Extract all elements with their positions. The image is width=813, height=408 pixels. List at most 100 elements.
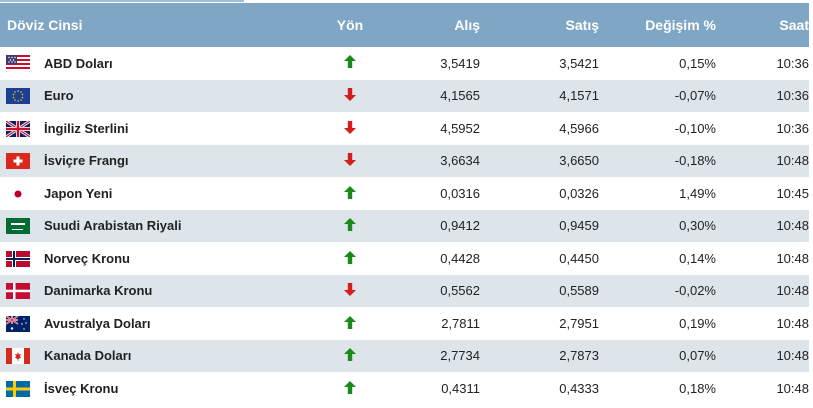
currency-name-cell: Danimarka Kronu	[0, 275, 290, 308]
sell-value: 0,4333	[559, 380, 599, 396]
table-row[interactable]: Norveç Kronu 0,4428 0,4450 0,14% 10:48	[0, 242, 809, 275]
currency-name-cell: Avustralya Doları	[0, 307, 290, 340]
header-time[interactable]: Saat	[716, 3, 809, 47]
change-value: -0,07%	[674, 88, 716, 104]
direction-cell	[290, 112, 410, 145]
sell-value: 2,7951	[559, 315, 599, 331]
top-divider	[0, 0, 244, 2]
table-row[interactable]: İngiliz Sterlini 4,5952 4,5966 -0,10% 10:36	[0, 112, 809, 145]
currency-name[interactable]: İsveç Kronu	[44, 381, 118, 396]
change-value: 1,49%	[679, 185, 716, 201]
table-row[interactable]: Suudi Arabistan Riyali 0,9412 0,9459 0,30% 1…	[0, 209, 809, 243]
currency-name[interactable]: Suudi Arabistan Riyali	[44, 219, 182, 234]
jp-flag	[6, 185, 30, 202]
sell-value: 4,1571	[559, 88, 599, 104]
currency-name-cell: Suudi Arabistan Riyali	[0, 210, 290, 243]
time-value: 10:48	[776, 380, 809, 396]
sell-value: 2,7873	[559, 348, 599, 364]
sell-value: 3,6650	[559, 153, 599, 169]
currency-name[interactable]: İngiliz Sterlini	[44, 121, 129, 136]
currency-name[interactable]: Kanada Doları	[44, 349, 131, 364]
time-value: 10:48	[776, 348, 809, 364]
sell-value: 0,4450	[559, 250, 599, 266]
sa-flag	[6, 218, 30, 235]
sell-value: 3,5421	[559, 55, 599, 71]
change-value: -0,10%	[674, 120, 716, 136]
currency-name-cell: İsviçre Frangı	[0, 145, 290, 178]
table-row[interactable]: İsveç Kronu 0,4311 0,4333 0,18% 10:48	[0, 372, 809, 405]
table-row[interactable]: Euro 4,1565 4,1571 -0,07% 10:36	[0, 79, 809, 113]
currency-name-cell: Euro	[0, 80, 290, 113]
ch-flag	[6, 153, 30, 170]
currency-name[interactable]: Avustralya Doları	[44, 316, 150, 331]
buy-value: 3,5419	[440, 55, 480, 71]
direction-cell	[290, 177, 410, 210]
currency-name[interactable]: Norveç Kronu	[44, 251, 130, 266]
table-row[interactable]: Kanada Doları 2,7734 2,7873 0,07% 10:48	[0, 339, 809, 373]
au-flag	[6, 315, 30, 332]
buy-value: 0,4311	[441, 380, 480, 396]
buy-value: 4,5952	[440, 120, 480, 136]
time-value: 10:48	[776, 315, 809, 331]
currency-name[interactable]: İsviçre Frangı	[44, 154, 129, 169]
currency-table: Döviz Cinsi Yön Alış Satış Değişim % Saa…	[0, 3, 809, 405]
currency-name-cell: İngiliz Sterlini	[0, 112, 290, 145]
dk-flag	[6, 283, 30, 300]
table-row[interactable]: ABD Doları 3,5419 3,5421 0,15% 10:36	[0, 47, 809, 80]
time-value: 10:48	[776, 250, 809, 266]
buy-value: 0,0316	[440, 185, 480, 201]
change-value: 0,07%	[679, 348, 716, 364]
table-row[interactable]: Japon Yeni 0,0316 0,0326 1,49% 10:45	[0, 177, 809, 210]
header-change[interactable]: Değişim %	[599, 3, 716, 47]
buy-value: 3,6634	[440, 153, 480, 169]
time-value: 10:48	[776, 283, 809, 299]
time-value: 10:36	[776, 120, 809, 136]
direction-cell	[290, 340, 410, 373]
arrow-down-icon	[344, 88, 356, 104]
direction-cell	[290, 145, 410, 178]
arrow-up-icon	[344, 218, 356, 234]
currency-name-cell: Japon Yeni	[0, 177, 290, 210]
time-value: 10:45	[776, 185, 809, 201]
table-row[interactable]: İsviçre Frangı 3,6634 3,6650 -0,18% 10:48	[0, 144, 809, 178]
arrow-down-icon	[344, 283, 356, 299]
table-row[interactable]: Avustralya Doları 2,7811 2,7951 0,19% 10:48	[0, 307, 809, 340]
currency-name-cell: Norveç Kronu	[0, 242, 290, 275]
buy-value: 0,9412	[440, 218, 480, 234]
arrow-up-icon	[344, 348, 356, 364]
direction-cell	[290, 307, 410, 340]
ca-flag	[6, 348, 30, 365]
change-value: 0,18%	[679, 380, 716, 396]
gb-flag	[6, 120, 30, 137]
sell-value: 0,5589	[559, 283, 599, 299]
header-direction[interactable]: Yön	[290, 3, 410, 47]
table-row[interactable]: Danimarka Kronu 0,5562 0,5589 -0,02% 10:48	[0, 274, 809, 308]
change-value: 0,30%	[679, 218, 716, 234]
arrow-up-icon	[344, 315, 356, 332]
currency-name[interactable]: ABD Doları	[44, 56, 113, 71]
buy-value: 2,7734	[440, 348, 480, 364]
no-flag	[6, 250, 30, 267]
arrow-up-icon	[344, 185, 356, 202]
currency-name[interactable]: Danimarka Kronu	[44, 284, 152, 299]
time-value: 10:36	[776, 88, 809, 104]
arrow-down-icon	[344, 153, 356, 169]
direction-cell	[290, 242, 410, 275]
sell-value: 4,5966	[559, 120, 599, 136]
change-value: 0,19%	[679, 315, 716, 331]
arrow-up-icon	[344, 55, 356, 71]
header-sell[interactable]: Satış	[480, 3, 599, 47]
us-flag	[6, 55, 30, 72]
time-value: 10:36	[776, 55, 809, 71]
currency-name-cell: İsveç Kronu	[0, 372, 290, 405]
sell-value: 0,0326	[559, 185, 599, 201]
sell-value: 0,9459	[559, 218, 599, 234]
direction-cell	[290, 372, 410, 405]
header-currency[interactable]: Döviz Cinsi	[0, 3, 290, 47]
header-buy[interactable]: Alış	[410, 3, 480, 47]
currency-name[interactable]: Japon Yeni	[44, 186, 112, 201]
change-value: -0,02%	[674, 283, 716, 299]
change-value: 0,14%	[679, 250, 716, 266]
currency-name[interactable]: Euro	[44, 89, 74, 104]
buy-value: 0,4428	[440, 250, 480, 266]
